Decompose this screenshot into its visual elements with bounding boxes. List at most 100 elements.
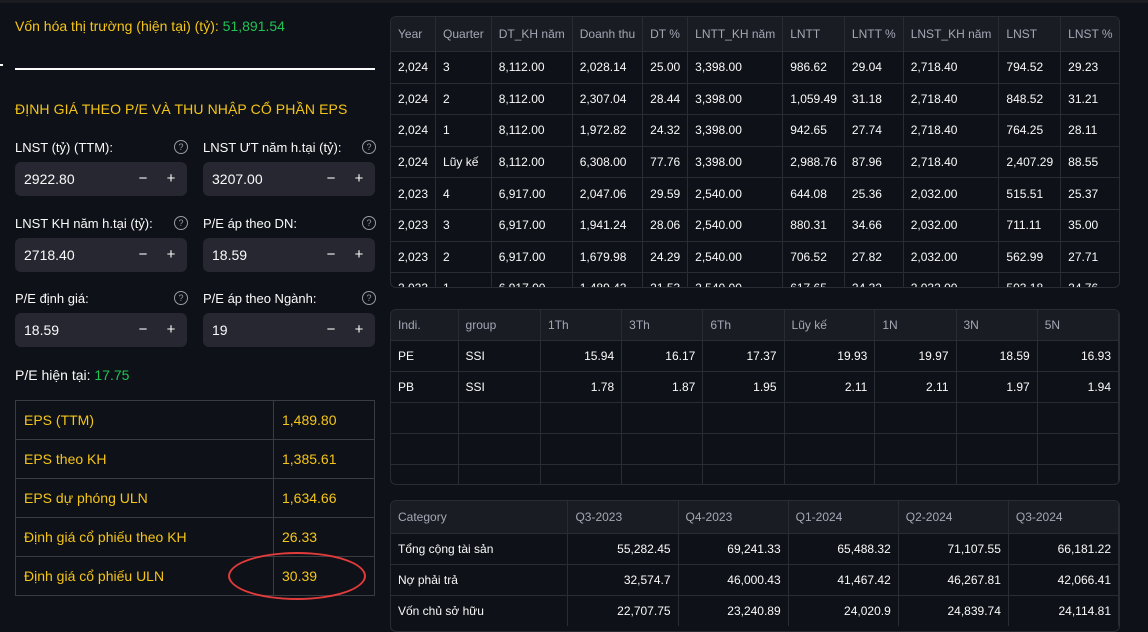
table-row[interactable]: 2,024 Lũy kế 8,112.00 6,308.00 77.76 3,398.00…	[391, 145, 1119, 178]
table-cell[interactable]: 6,308.00	[572, 145, 644, 178]
table-cell[interactable]: 2,540.00	[687, 208, 784, 242]
table-cell[interactable]: 1.87	[621, 371, 704, 403]
lnst-ttm-decrement-button[interactable]: −	[129, 162, 157, 196]
table-row[interactable]: 2,023 2 6,917.00 1,679.98 24.29 2,540.00 706.5…	[391, 240, 1119, 273]
column-header[interactable]: LNST	[998, 17, 1062, 52]
table-cell[interactable]: 515.51	[998, 177, 1062, 210]
pe-nganh-decrement-button[interactable]: −	[317, 313, 345, 347]
column-header[interactable]: 5N	[1037, 310, 1119, 341]
table-row[interactable]: Vốn chủ sở hữu 22,707.75 23,240.89 24,020.9…	[391, 595, 1119, 626]
table-cell[interactable]: 46,000.43	[678, 564, 789, 596]
column-header[interactable]: Q2-2024	[898, 501, 1009, 534]
table-cell[interactable]: 16.17	[621, 340, 704, 372]
table-cell[interactable]: 28.11	[1060, 114, 1119, 147]
table-cell[interactable]: 1	[435, 272, 492, 287]
pe-dn-increment-button[interactable]: +	[345, 238, 373, 272]
pe-dinhgia-decrement-button[interactable]: −	[129, 313, 157, 347]
table-cell[interactable]: 2,024	[391, 51, 437, 84]
table-cell[interactable]: 31.21	[1060, 82, 1119, 115]
column-header[interactable]: 3Th	[621, 310, 704, 341]
column-header[interactable]: Year	[391, 17, 437, 52]
table-cell[interactable]: 8,112.00	[491, 114, 573, 147]
table-cell[interactable]: 3	[435, 208, 492, 242]
balance-sheet-grid[interactable]: Category Q3-2023 Q4-2023 Q1-2024 Q2-2024…	[390, 500, 1120, 632]
table-cell[interactable]: 986.62	[782, 51, 845, 84]
table-row[interactable]: Tổng cộng tài sản 55,282.45 69,241.33 65,48…	[391, 533, 1119, 565]
pe-dinhgia-increment-button[interactable]: +	[157, 313, 185, 347]
table-cell[interactable]: 562.99	[998, 240, 1062, 273]
lnst-ttm-increment-button[interactable]: +	[157, 162, 185, 196]
table-cell[interactable]: 8,112.00	[491, 145, 573, 178]
pe-dn-decrement-button[interactable]: −	[317, 238, 345, 272]
table-cell[interactable]: 2,718.40	[903, 145, 1000, 178]
table-cell[interactable]: 42,066.41	[1008, 564, 1119, 596]
table-cell[interactable]: 942.65	[782, 114, 845, 147]
table-cell[interactable]: 24.76	[1060, 272, 1119, 287]
column-header[interactable]: Q3-2023	[567, 501, 679, 534]
table-cell[interactable]: 69,241.33	[678, 533, 789, 565]
table-cell[interactable]: 6,917.00	[491, 240, 573, 273]
table-cell[interactable]: 1.97	[956, 371, 1038, 403]
table-cell[interactable]: 77.76	[642, 145, 689, 178]
table-cell[interactable]: 2,718.40	[903, 82, 1000, 115]
pe-dn-help-icon[interactable]: ?	[362, 216, 376, 230]
table-cell[interactable]: 87.96	[844, 145, 904, 178]
table-cell[interactable]: 28.44	[642, 82, 689, 115]
table-cell[interactable]: 31.18	[844, 82, 904, 115]
table-cell[interactable]: 2,407.29	[998, 145, 1062, 178]
table-cell[interactable]: 848.52	[998, 82, 1062, 115]
column-header[interactable]: Q1-2024	[788, 501, 899, 534]
lnst-kh-decrement-button[interactable]: −	[129, 238, 157, 272]
table-cell[interactable]: 15.94	[540, 340, 623, 372]
table-cell[interactable]: 1,059.49	[782, 82, 845, 115]
table-cell[interactable]: 25.37	[1060, 177, 1119, 210]
table-cell[interactable]: 2,023	[391, 272, 437, 287]
table-cell[interactable]: 24,114.81	[1008, 595, 1119, 626]
column-header[interactable]: Q3-2024	[1008, 501, 1119, 534]
table-cell[interactable]: 2,032.00	[903, 272, 1000, 287]
table-cell[interactable]: 24.32	[642, 114, 689, 147]
table-row[interactable]: Nợ phải trả 32,574.7 46,000.43 41,467.42 46,…	[391, 564, 1119, 596]
table-cell[interactable]: 3,398.00	[687, 114, 784, 147]
column-header[interactable]: Quarter	[435, 17, 492, 52]
table-cell[interactable]: 3	[435, 51, 492, 84]
pe-dn-value[interactable]: 18.59	[212, 247, 247, 263]
table-cell[interactable]: 24,839.74	[898, 595, 1009, 626]
table-cell[interactable]: 6,917.00	[491, 177, 573, 210]
table-cell[interactable]: 29.04	[844, 51, 904, 84]
table-cell[interactable]: 27.71	[1060, 240, 1119, 273]
table-cell[interactable]: SSI	[458, 371, 541, 403]
pe-history-grid[interactable]: Indi. group 1Th 3Th 6Th Lũy kế 1N 3N 5N …	[390, 309, 1120, 485]
lnst-ut-decrement-button[interactable]: −	[317, 162, 345, 196]
column-header[interactable]: group	[458, 310, 541, 341]
table-cell[interactable]: 3,398.00	[687, 145, 784, 178]
column-header[interactable]: Doanh thu	[572, 17, 644, 52]
lnst-ut-input[interactable]: 3207.00 − +	[203, 162, 375, 196]
column-header[interactable]: LNTT_KH năm	[687, 17, 784, 52]
table-cell[interactable]: 1,941.24	[572, 208, 644, 242]
table-cell[interactable]: 29.59	[642, 177, 689, 210]
table-cell[interactable]: 27.82	[844, 240, 904, 273]
table-cell[interactable]: 8,112.00	[491, 82, 573, 115]
pe-nganh-help-icon[interactable]: ?	[362, 291, 376, 305]
table-cell[interactable]: 22,707.75	[567, 595, 679, 626]
table-row[interactable]: 2,02316,917.001,489.4221.532,540.00617.6…	[391, 272, 1119, 287]
table-row[interactable]: 2,023 3 6,917.00 1,941.24 28.06 2,540.00 880.3…	[391, 208, 1119, 242]
table-cell[interactable]: 2,023	[391, 208, 437, 242]
table-cell[interactable]: Nợ phải trả	[391, 564, 569, 596]
table-cell[interactable]: 41,467.42	[788, 564, 899, 596]
table-cell[interactable]: 764.25	[998, 114, 1062, 147]
column-header[interactable]: DT_KH năm	[491, 17, 573, 52]
column-header[interactable]: 3N	[956, 310, 1038, 341]
table-cell[interactable]: 2,307.04	[572, 82, 644, 115]
table-cell[interactable]: 4	[435, 177, 492, 210]
table-cell[interactable]: 1,489.42	[572, 272, 644, 287]
table-cell[interactable]: 8,112.00	[491, 51, 573, 84]
table-cell[interactable]: 29.23	[1060, 51, 1119, 84]
table-row[interactable]: 2,024 3 8,112.00 2,028.14 25.00 3,398.00 986.6…	[391, 51, 1119, 84]
table-cell[interactable]: 23,240.89	[678, 595, 789, 626]
table-cell[interactable]: 27.74	[844, 114, 904, 147]
table-cell[interactable]: 2,718.40	[903, 51, 1000, 84]
table-cell[interactable]: 2,024	[391, 114, 437, 147]
lnst-ttm-value[interactable]: 2922.80	[24, 171, 75, 187]
